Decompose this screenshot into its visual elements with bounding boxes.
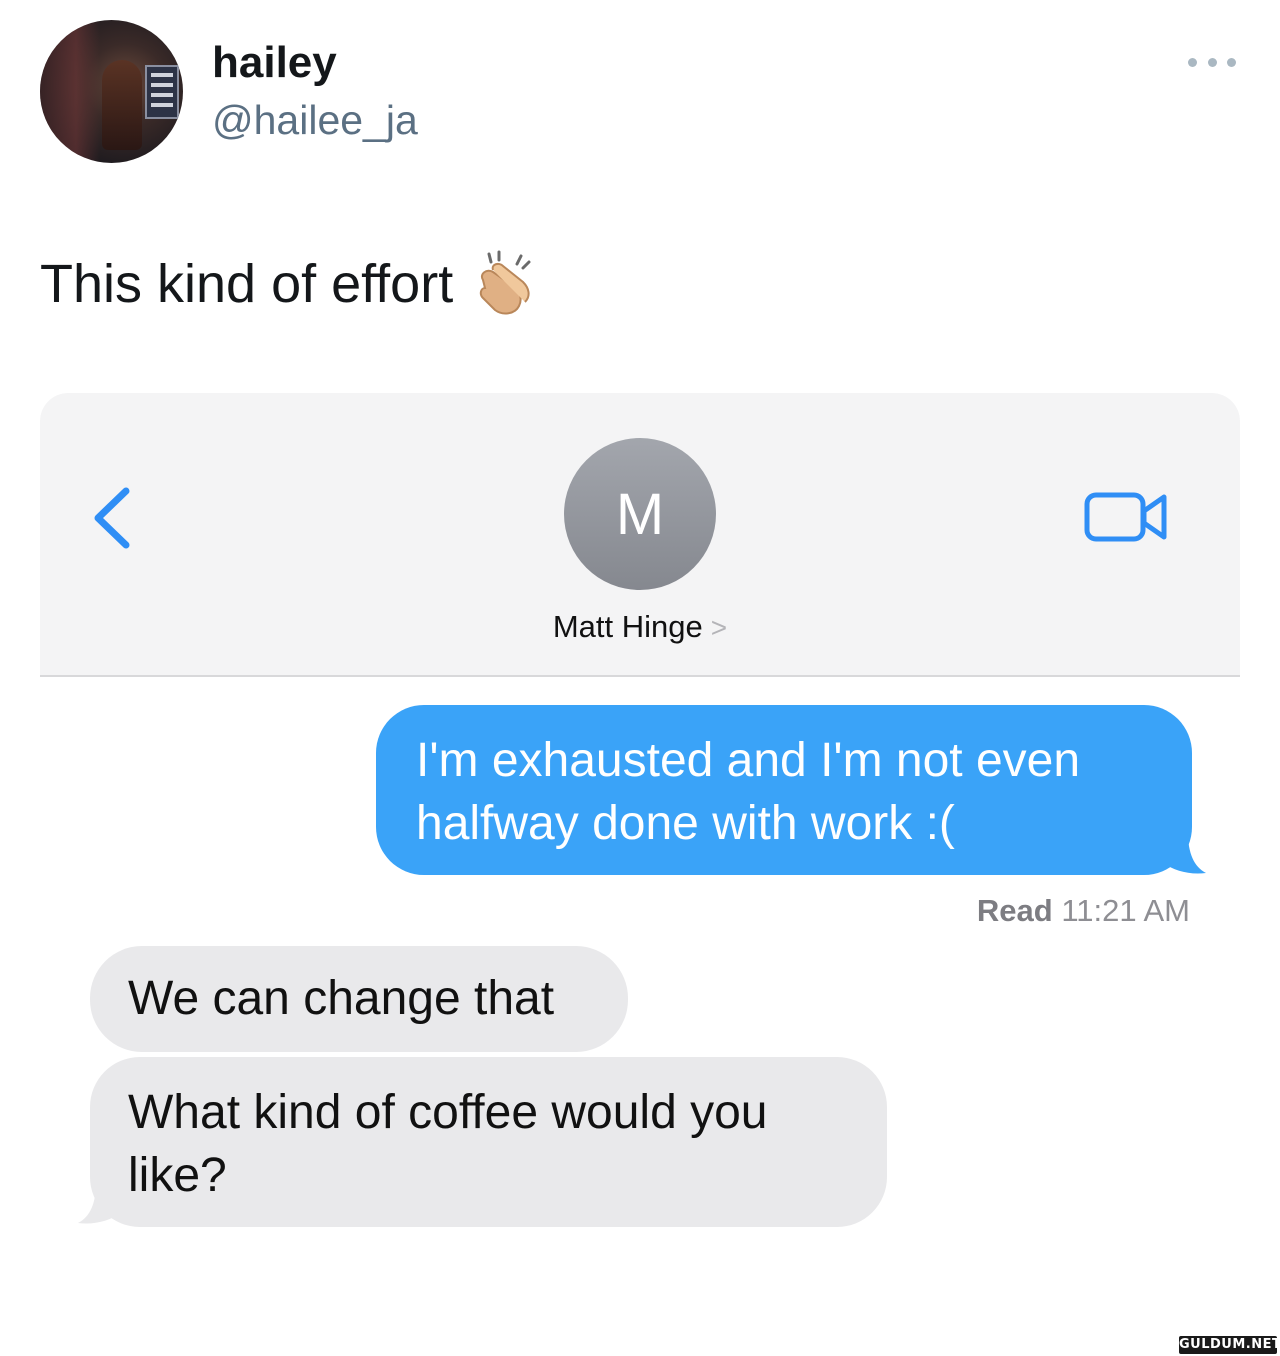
clapping-hands-icon (480, 250, 531, 315)
received-bubble-tail (78, 1183, 124, 1224)
contact-name: Matt Hinge (552, 609, 703, 644)
chevron-right-icon: > (710, 612, 728, 643)
avatar-poster (145, 65, 179, 119)
contact-avatar[interactable]: M (564, 438, 716, 590)
tweet-text: This kind of effort (40, 254, 454, 314)
messages-screenshot: M Matt Hinge > I'm exhausted and I'm not … (40, 393, 1240, 1356)
received-message-bubble[interactable]: We can change that (90, 946, 628, 1052)
sent-message-bubble[interactable]: I'm exhausted and I'm not even halfway d… (376, 705, 1192, 875)
video-camera-icon[interactable] (1084, 489, 1168, 545)
avatar-person (102, 60, 142, 150)
display-name[interactable]: hailey (212, 38, 337, 88)
avatar-background (40, 20, 100, 163)
user-handle[interactable]: @hailee_ja (212, 97, 418, 144)
read-label: Read (976, 893, 1053, 928)
conversation-header: M Matt Hinge > (40, 393, 1240, 677)
contact-name-row[interactable]: Matt Hinge > (40, 609, 1240, 645)
read-time: 11:21 AM (1061, 893, 1190, 928)
site-watermark: GULDUM.NET (1179, 1336, 1280, 1354)
read-receipt: Read 11:21 AM (40, 893, 1190, 929)
chevron-left-icon[interactable] (88, 485, 134, 551)
tweet-text-row: This kind of effort (40, 250, 537, 318)
profile-avatar[interactable] (40, 20, 183, 163)
sent-bubble-tail (1160, 833, 1206, 874)
received-message-bubble[interactable]: What kind of coffee would you like? (90, 1057, 887, 1227)
ellipsis-icon[interactable] (1188, 56, 1236, 68)
